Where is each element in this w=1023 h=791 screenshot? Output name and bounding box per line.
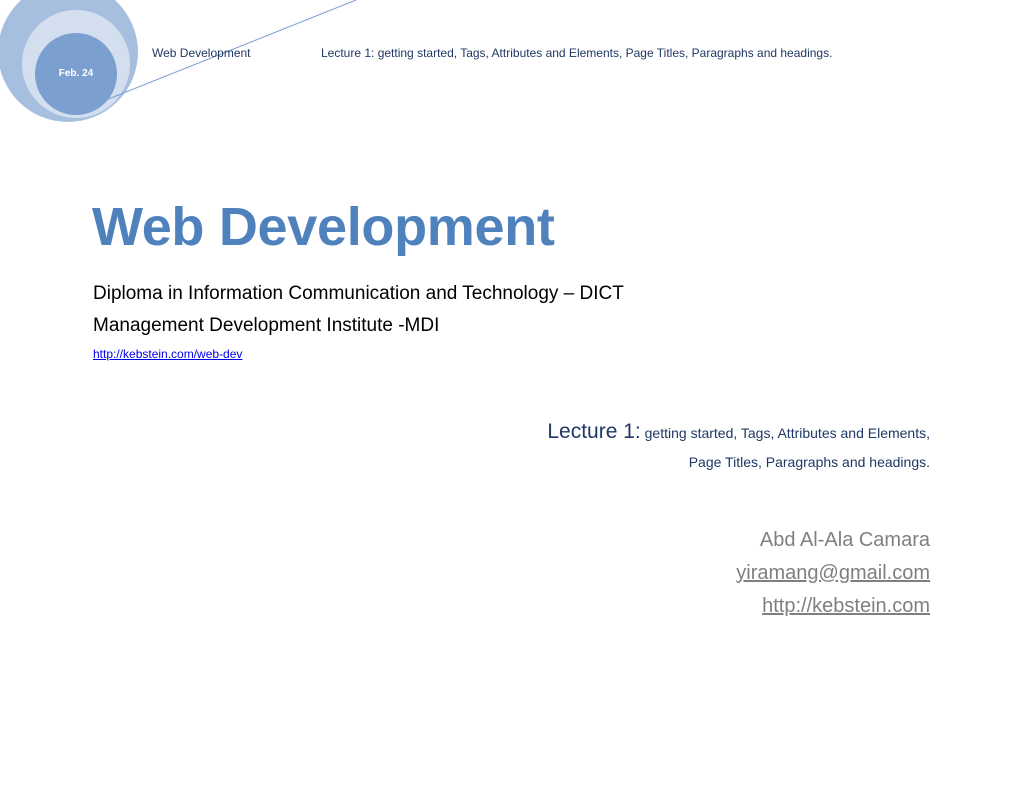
document-title: Web Development (92, 197, 555, 257)
author-name: Abd Al-Ala Camara (759, 529, 930, 551)
header-right-title: Lecture 1: getting started, Tags, Attrib… (321, 46, 833, 60)
author-block: Abd Al-Ala Camara yiramang@gmail.com htt… (736, 524, 930, 623)
subtitle-institute: Management Development Institute -MDI (93, 315, 440, 336)
lecture-description: Lecture 1: getting started, Tags, Attrib… (547, 418, 930, 476)
header-date: Feb. 24 (58, 68, 94, 79)
lecture-line-1: Lecture 1: getting started, Tags, Attrib… (547, 418, 930, 448)
lecture-number: Lecture 1: (547, 420, 641, 443)
author-email-link[interactable]: yiramang@gmail.com (736, 557, 930, 590)
header-circle-graphic (0, 0, 357, 122)
subtitle-diploma: Diploma in Information Communication and… (93, 283, 624, 304)
author-website-link[interactable]: http://kebstein.com (736, 590, 930, 623)
course-link[interactable]: http://kebstein.com/web-dev (93, 347, 242, 361)
header-left-title: Web Development (152, 46, 251, 60)
lecture-topics-1: getting started, Tags, Attributes and El… (640, 425, 930, 441)
lecture-topics-2: Page Titles, Paragraphs and headings. (688, 454, 930, 470)
